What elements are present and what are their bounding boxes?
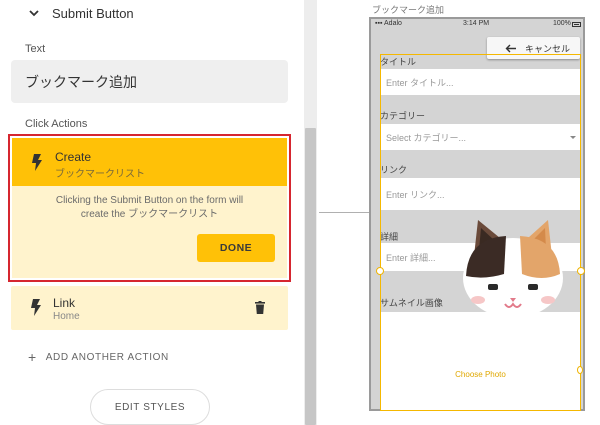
create-action-card: Create ブックマークリスト Clicking the Submit But… [8, 134, 291, 282]
field-label-details: 詳細 [380, 232, 399, 242]
action-subtitle: Home [53, 311, 80, 322]
field-label-category: カテゴリー [380, 111, 426, 121]
properties-panel: Submit Button Text ブックマーク追加 Click Action… [0, 0, 304, 425]
battery-level: 100% [553, 20, 571, 27]
text-label: Text [25, 43, 46, 55]
plus-icon: + [28, 349, 37, 365]
done-button[interactable]: DONE [197, 234, 275, 262]
message-line-2: create the ブックマークリスト [80, 209, 219, 220]
action-title: Link [53, 296, 76, 310]
carrier-name: Adalo [384, 20, 402, 27]
link-action-card[interactable]: Link Home [11, 286, 288, 330]
arrow-left-icon [505, 44, 516, 52]
create-action-body: Clicking the Submit Button on the form w… [12, 186, 287, 278]
button-text-input[interactable]: ブックマーク追加 [11, 60, 288, 103]
battery-icon [572, 22, 581, 27]
lightning-icon [32, 154, 42, 171]
submit-button-section-header[interactable]: Submit Button [28, 4, 134, 22]
link-connector-line [319, 212, 375, 213]
edit-styles-button[interactable]: EDIT STYLES [90, 389, 210, 425]
carrier-signal: ▪▪▪ Adalo [375, 20, 402, 27]
resize-handle-right[interactable] [577, 267, 585, 275]
chevron-down-icon [29, 10, 39, 17]
cat-illustration [463, 220, 563, 316]
field-label-link: リンク [380, 165, 408, 175]
resize-handle-bottom-right[interactable] [577, 366, 583, 374]
message-line-1: Clicking the Submit Button on the form w… [55, 195, 244, 206]
status-time: 3:14 PM [463, 20, 490, 27]
resize-handle-left[interactable] [376, 267, 384, 275]
caret-down-icon [570, 136, 576, 139]
create-action-message: Clicking the Submit Button on the form w… [12, 194, 287, 222]
action-title: Create [55, 150, 92, 164]
lightning-icon [31, 299, 41, 316]
section-title: Submit Button [52, 5, 134, 21]
status-bar: ▪▪▪ Adalo 3:14 PM 100% [375, 20, 581, 32]
image-picker[interactable]: Choose Photo [380, 312, 581, 410]
choose-photo-button[interactable]: Choose Photo [380, 370, 581, 379]
cancel-label: キャンセル [525, 43, 571, 54]
link-input[interactable]: Enter リンク... [380, 178, 581, 210]
action-subtitle: ブックマークリスト [55, 169, 145, 180]
title-input[interactable]: Enter タイトル... [380, 69, 581, 95]
field-label-title: タイトル [380, 57, 417, 67]
category-select[interactable]: Select カテゴリー... [380, 124, 581, 150]
panel-scrollbar-thumb[interactable] [305, 128, 316, 425]
create-action-header[interactable]: Create ブックマークリスト [12, 138, 287, 186]
click-actions-label: Click Actions [25, 118, 88, 130]
add-action-label: ADD ANOTHER ACTION [45, 351, 169, 363]
add-another-action-button[interactable]: + ADD ANOTHER ACTION [28, 350, 169, 364]
cancel-button[interactable]: キャンセル [487, 37, 580, 59]
screen-title[interactable]: ブックマーク追加 [372, 3, 444, 16]
trash-icon[interactable] [255, 301, 265, 314]
field-label-thumbnail: サムネイル画像 [380, 298, 443, 308]
